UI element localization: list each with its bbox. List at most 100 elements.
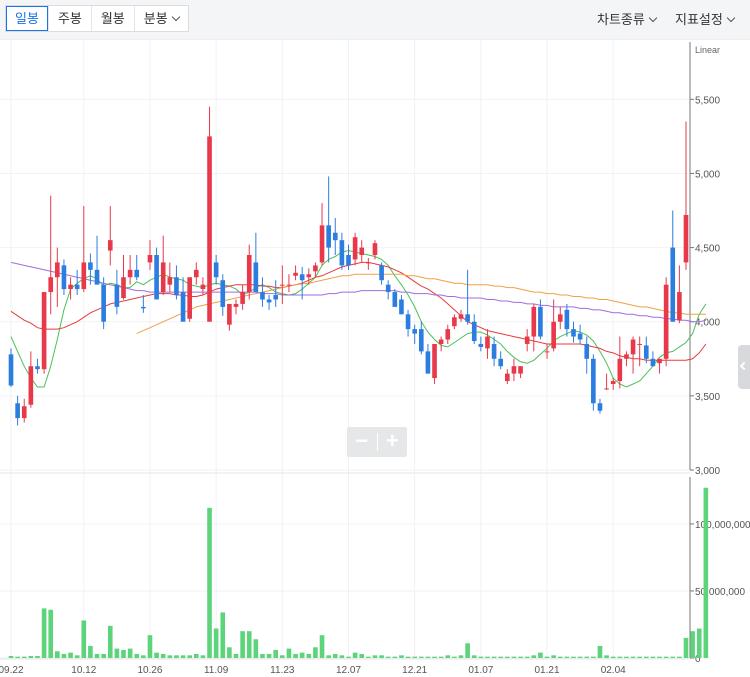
volume-bar: [121, 649, 126, 658]
candle-body: [438, 339, 444, 344]
candle-body: [160, 262, 166, 293]
volume-bar: [134, 653, 140, 658]
candle-body: [187, 277, 192, 319]
candle-body: [412, 329, 417, 334]
volume-bar: [313, 647, 318, 658]
candle-body: [339, 240, 345, 266]
x-tick-label: 01.07: [468, 665, 493, 676]
candle-body: [280, 284, 285, 286]
candle-body: [372, 243, 378, 255]
volume-bar: [610, 656, 616, 658]
candle-body: [511, 366, 517, 374]
volume-bar: [174, 655, 179, 658]
candle-body: [101, 284, 106, 322]
side-panel-toggle[interactable]: [738, 345, 750, 389]
volume-bar: [399, 655, 404, 658]
candle-body: [637, 343, 642, 345]
candle-body: [246, 255, 252, 293]
candle-body: [445, 329, 451, 340]
zoom-controls: − +: [347, 427, 407, 457]
x-tick-label: 10.26: [137, 665, 162, 676]
volume-bar: [35, 655, 40, 658]
volume-bar: [432, 656, 437, 658]
indicator-settings-menu[interactable]: 지표설정: [675, 9, 736, 28]
x-tick-label: 12.07: [336, 665, 361, 676]
candle-body: [498, 358, 504, 367]
candle-body: [670, 247, 676, 322]
volume-bar: [485, 656, 490, 658]
volume-bar: [564, 656, 570, 658]
candle-body: [465, 314, 470, 322]
volume-bar: [246, 631, 252, 658]
volume-bar: [74, 655, 80, 658]
volume-bar: [55, 651, 60, 658]
volume-bar: [643, 656, 649, 658]
candle-body: [663, 284, 669, 359]
volume-bar: [81, 620, 87, 658]
candle-body: [273, 295, 279, 300]
zoom-in-button[interactable]: +: [378, 427, 408, 457]
candle-body: [213, 262, 219, 278]
tab-daily[interactable]: 일봉: [6, 6, 49, 31]
candle-body: [193, 269, 199, 278]
volume-bar: [445, 655, 451, 658]
volume-bar: [604, 655, 609, 658]
candle-body: [240, 292, 245, 304]
candle-body: [114, 284, 120, 307]
volume-bar: [498, 656, 504, 658]
zoom-out-button[interactable]: −: [347, 427, 377, 457]
volume-bar: [306, 653, 312, 658]
volume-bar: [663, 656, 669, 658]
stock-chart[interactable]: Linear 5,500 5,000 4,500 4,000 3,500 3,000 100,…: [0, 40, 750, 677]
candle-body: [332, 232, 338, 241]
candle-body: [478, 343, 484, 347]
candle-body: [127, 269, 133, 278]
volume-bar: [630, 656, 636, 658]
candle-body: [683, 214, 689, 263]
candle-body: [260, 292, 265, 300]
candle-body: [35, 366, 40, 370]
volume-bar: [584, 656, 590, 658]
candle-body: [227, 303, 232, 325]
volume-bar: [127, 648, 133, 658]
volume-bar: [551, 655, 556, 658]
candle-body: [551, 321, 556, 349]
candle-body: [154, 255, 159, 300]
volume-bar: [683, 637, 689, 658]
volume-bar: [696, 628, 702, 658]
candle-body: [617, 358, 623, 382]
tab-minute-label: 분봉: [143, 11, 168, 26]
volume-bar: [425, 656, 431, 658]
candle-body: [207, 136, 212, 322]
volume-bar: [21, 656, 27, 658]
tab-minute[interactable]: 분봉: [135, 6, 188, 31]
volume-bar: [511, 656, 517, 658]
price-tick-label: 3,000: [695, 466, 720, 477]
candle-body: [657, 358, 662, 364]
tab-monthly[interactable]: 월봉: [92, 6, 135, 31]
chart-type-menu-label: 차트종류: [597, 12, 645, 27]
volume-bar: [577, 656, 583, 658]
volume-bar: [200, 655, 206, 658]
candle-body: [326, 225, 331, 248]
candle-body: [134, 269, 140, 278]
candle-body: [107, 240, 113, 251]
volume-bar: [293, 653, 298, 658]
x-tick-label: 11.23: [270, 665, 295, 676]
tab-weekly[interactable]: 주봉: [49, 6, 92, 31]
chart-type-menu[interactable]: 차트종류: [597, 9, 658, 28]
volume-bar: [167, 655, 173, 658]
volume-tick-label: 50,000,000: [695, 587, 745, 598]
candle-body: [604, 388, 609, 390]
price-tick-label: 4,000: [695, 318, 720, 329]
candle-body: [233, 303, 239, 307]
volume-bar: [637, 656, 642, 658]
candle-body: [385, 284, 391, 293]
candle-body: [180, 292, 186, 322]
volume-bar: [505, 656, 510, 658]
volume-bar: [571, 656, 576, 658]
candle-body: [366, 262, 371, 264]
candle-body: [299, 274, 305, 281]
volume-bar: [670, 656, 676, 658]
volume-bar: [690, 631, 695, 658]
